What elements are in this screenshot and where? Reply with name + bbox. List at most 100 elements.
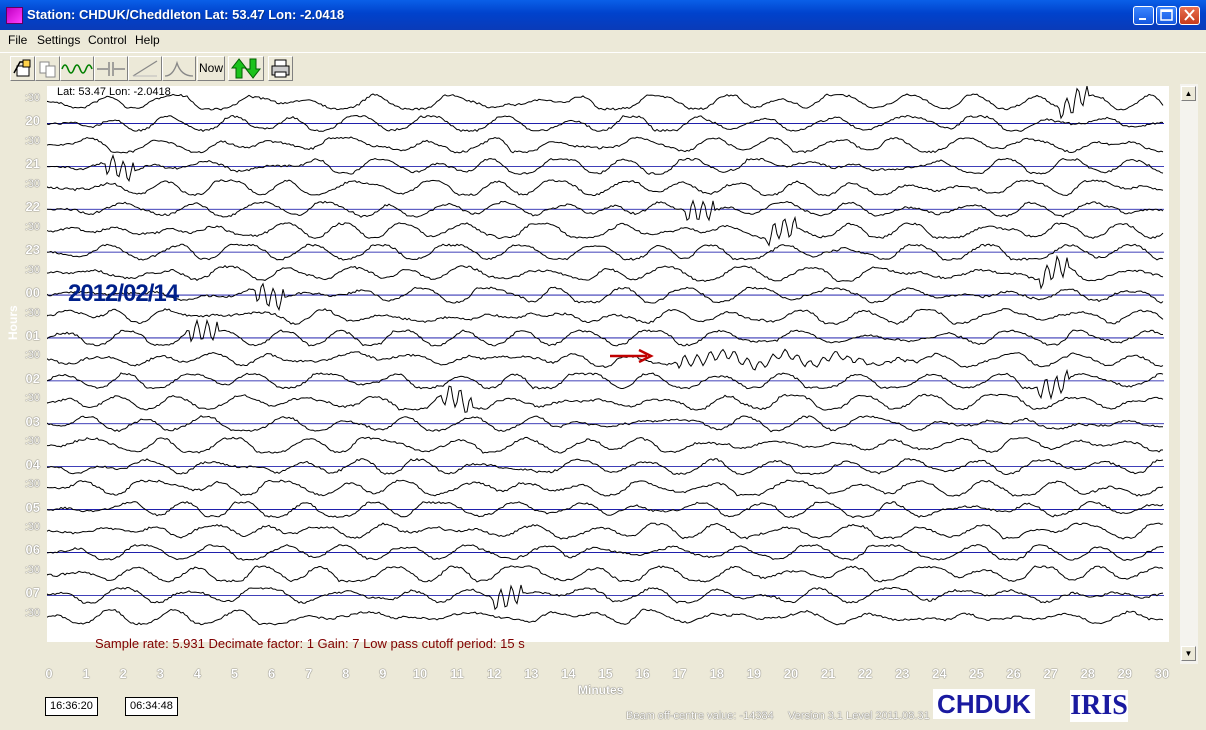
menu-help[interactable]: Help xyxy=(135,33,160,47)
x-tick-label: 19 xyxy=(746,666,762,681)
menu-control[interactable]: Control xyxy=(88,33,127,47)
y-label: :30 xyxy=(24,563,40,576)
trace-line xyxy=(47,348,1164,371)
toolbar: Now xyxy=(0,52,1206,83)
up-down-arrows-icon[interactable] xyxy=(228,56,264,81)
y-label: 01 xyxy=(25,327,40,343)
minimize-button[interactable] xyxy=(1133,6,1154,25)
latlon-label: Lat: 53.47 Lon: -2.0418 xyxy=(57,86,171,98)
trace-line xyxy=(47,565,1164,583)
x-tick-label: 30 xyxy=(1154,666,1170,681)
filter-icon[interactable] xyxy=(94,56,128,81)
trace-line xyxy=(47,136,1164,154)
y-label: 23 xyxy=(25,242,40,258)
y-label: :30 xyxy=(24,263,40,276)
x-tick-label: 15 xyxy=(598,666,613,681)
y-label: :30 xyxy=(24,606,40,619)
x-tick-label: 20 xyxy=(783,666,799,681)
x-tick-label: 2 xyxy=(119,666,127,681)
x-tick-label: 10 xyxy=(412,666,428,681)
y-label: 04 xyxy=(25,456,40,472)
x-axis-title: Minutes xyxy=(578,683,624,697)
trace-line xyxy=(47,154,1164,183)
x-tick-label: 4 xyxy=(193,666,202,681)
trace-line xyxy=(47,385,1164,413)
x-tick-label: 7 xyxy=(305,666,313,681)
slope-icon[interactable] xyxy=(128,56,162,81)
peak-icon[interactable] xyxy=(162,56,196,81)
end-time-field: 06:34:48 xyxy=(125,697,178,716)
x-tick-label: 25 xyxy=(969,666,984,681)
menu-file[interactable]: File xyxy=(8,33,27,47)
trace-line xyxy=(47,179,1164,197)
trace-line xyxy=(47,215,1164,247)
y-label: 00 xyxy=(25,285,40,301)
waveform-icon[interactable] xyxy=(60,56,94,81)
y-label: :30 xyxy=(24,306,40,319)
x-tick-label: 28 xyxy=(1080,666,1096,681)
helicorder-traces xyxy=(47,86,1164,626)
x-tick-label: 0 xyxy=(45,666,53,681)
trace-line xyxy=(47,318,1163,347)
x-tick-label: 13 xyxy=(524,666,539,681)
y-label: :30 xyxy=(24,435,40,448)
trace-line xyxy=(47,199,1164,222)
scroll-up-button[interactable]: ▲ xyxy=(1181,86,1196,101)
scroll-down-button[interactable]: ▼ xyxy=(1181,646,1196,661)
x-tick-label: 29 xyxy=(1117,666,1133,681)
x-tick-label: 24 xyxy=(932,666,947,681)
x-tick-label: 27 xyxy=(1043,666,1058,681)
window-title: Station: CHDUK/Cheddleton Lat: 53.47 Lon… xyxy=(27,7,345,22)
y-label: :30 xyxy=(24,177,40,190)
trace-line xyxy=(47,282,1164,312)
open-file-icon[interactable] xyxy=(10,56,35,81)
print-icon[interactable] xyxy=(268,56,293,81)
y-label: 03 xyxy=(25,413,40,429)
x-tick-label: 26 xyxy=(1006,666,1021,681)
x-tick-label: 8 xyxy=(342,666,350,681)
copy-icon[interactable] xyxy=(35,56,60,81)
x-tick-label: 11 xyxy=(450,666,464,681)
x-tick-label: 9 xyxy=(379,666,387,681)
x-tick-label: 12 xyxy=(486,666,502,681)
y-label: :30 xyxy=(24,521,40,533)
seismogram-area[interactable] xyxy=(47,86,1169,642)
x-tick-label: 16 xyxy=(635,666,650,681)
y-label: 20 xyxy=(25,113,40,129)
x-tick-label: 14 xyxy=(561,666,576,681)
date-label: 2012/02/14 xyxy=(68,280,179,307)
x-tick-label: 17 xyxy=(672,666,687,681)
trace-line xyxy=(47,479,1164,497)
x-tick-label: 6 xyxy=(267,666,276,681)
vertical-scrollbar[interactable]: ▲ ▼ xyxy=(1180,84,1198,664)
trace-line xyxy=(47,254,1164,290)
y-label: :30 xyxy=(24,220,40,233)
maximize-button[interactable] xyxy=(1156,6,1177,25)
x-tick-label: 1 xyxy=(82,666,90,681)
y-label: 22 xyxy=(25,199,40,215)
menu-settings[interactable]: Settings xyxy=(37,33,80,47)
y-label: 02 xyxy=(25,370,40,386)
close-button[interactable] xyxy=(1179,6,1200,25)
trace-line xyxy=(47,86,1164,120)
beam-text: Beam off-centre value: -14384 xyxy=(626,710,774,722)
y-label: 21 xyxy=(25,156,40,172)
y-label: :30 xyxy=(24,392,40,405)
x-tick-label: 18 xyxy=(709,666,725,681)
x-tick-label: 23 xyxy=(895,666,910,681)
x-tick-label: 3 xyxy=(156,666,164,681)
y-label: 06 xyxy=(25,542,40,558)
y-label: :30 xyxy=(24,349,40,362)
trace-line xyxy=(47,436,1164,454)
now-button[interactable]: Now xyxy=(197,56,225,81)
trace-line xyxy=(47,368,1164,401)
trace-line xyxy=(47,308,1164,325)
trace-line xyxy=(47,608,1164,626)
trace-line xyxy=(47,584,1164,611)
x-tick-label: 5 xyxy=(230,666,239,681)
iris-logo: IRIS xyxy=(1070,690,1128,722)
trace-line xyxy=(47,522,1164,540)
title-bar: Station: CHDUK/Cheddleton Lat: 53.47 Lon… xyxy=(0,0,1206,30)
app-icon xyxy=(6,7,23,24)
y-label: :30 xyxy=(24,134,40,147)
